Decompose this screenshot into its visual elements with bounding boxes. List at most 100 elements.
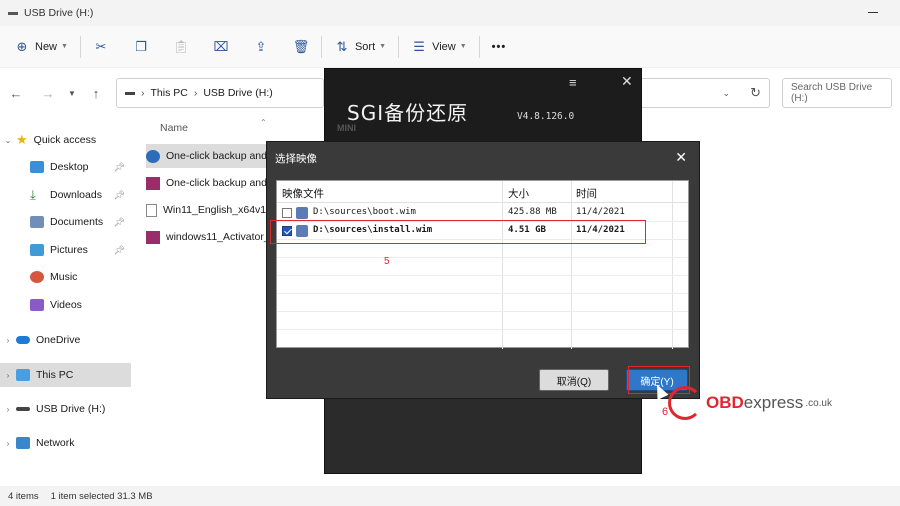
sidebar-onedrive[interactable]: › OneDrive [0,328,131,352]
sidebar-this-pc[interactable]: › This PC [0,363,131,387]
sgi-title: SGI备份还原 [347,101,469,125]
network-icon [16,437,30,449]
pin-icon: 📌︎ [113,161,125,172]
music-icon [30,271,44,283]
view-icon: ☰ [413,38,425,54]
sgi-version: V4.8.126.0 [517,111,575,122]
video-icon [30,299,44,311]
menu-icon[interactable]: ≡ [569,75,577,90]
sidebar-quick-access[interactable]: ⌄ ★ Quick access [0,128,131,152]
picture-icon [30,244,44,256]
computer-icon [16,369,30,381]
sidebar-usb-drive[interactable]: › USB Drive (H:) [0,397,131,421]
column-header-file[interactable]: 映像文件 [282,186,324,201]
chevron-right-icon[interactable]: › [0,405,16,414]
dialog-title: 选择映像 [275,153,317,165]
recent-chevron-icon[interactable]: ▼ [60,89,84,98]
window-title: USB Drive (H:) [24,7,94,19]
item-count: 4 items [8,490,39,502]
up-arrow-icon[interactable]: ↑ [84,86,108,101]
cancel-button[interactable]: 取消(Q) [539,369,609,391]
pin-icon: 📌︎ [113,216,125,227]
new-button[interactable]: ⊕ New ▼ [14,32,68,62]
highlight-box [270,220,646,244]
app-file-icon [146,149,160,163]
forward-arrow-icon[interactable]: → [36,86,60,101]
share-button[interactable]: ⇪ [253,32,269,62]
cloud-icon [16,336,30,344]
archive-icon [146,176,160,190]
chevron-right-icon[interactable]: › [0,439,16,448]
column-header-name[interactable]: Name [160,122,188,134]
chevron-right-icon[interactable]: › [0,371,16,380]
drive-icon [16,407,30,411]
sort-icon: ⇅ [336,38,348,54]
app-icon [8,11,18,15]
delete-button[interactable]: 🗑︎ [292,32,310,62]
scissors-icon: ✂ [95,38,107,54]
sidebar-network[interactable]: › Network [0,431,131,455]
chevron-right-icon[interactable]: › [0,336,16,345]
back-arrow-icon[interactable]: ← [4,86,28,101]
copy-button[interactable]: ❐ [133,32,149,62]
rename-icon: ⌧ [213,38,229,54]
chevron-down-icon: ▼ [379,43,387,50]
chevron-down-icon: ▼ [61,43,68,50]
column-header-time[interactable]: 时间 [576,186,597,201]
image-table: 映像文件 大小 时间 D:\sources\boot.wim 425.88 MB… [276,180,689,349]
minimize-button[interactable] [868,12,878,13]
sidebar-item-documents[interactable]: Documents 📌︎ [0,210,131,234]
command-bar: ⊕ New ▼ ✂ ❐ 📋︎ ⌧ ⇪ 🗑︎ ⇅ Sort ▼ ☰ View ▼ … [0,26,900,68]
star-icon: ★ [16,132,28,147]
disk-image-icon [296,207,308,219]
window-titlebar: USB Drive (H:) [0,0,900,26]
chevron-down-icon[interactable]: ⌄ [0,136,16,145]
sidebar-item-downloads[interactable]: ⤓ Downloads 📌︎ [0,183,131,207]
sgi-header: ≡ ✕ SGI备份还原 V4.8.126.0 MINI [325,69,641,141]
sidebar-item-pictures[interactable]: Pictures 📌︎ [0,238,131,262]
step-annotation: 5 [384,256,390,267]
close-icon[interactable]: ✕ [675,149,687,166]
sidebar-item-music[interactable]: Music [0,265,131,289]
table-header: 映像文件 大小 时间 [277,181,688,203]
watermark: OBD express .co.uk [668,386,832,420]
view-button[interactable]: ☰ View ▼ [411,32,467,62]
chevron-down-icon[interactable]: ⌄ [723,88,731,99]
plus-icon: ⊕ [16,38,28,54]
sort-up-icon: ⌃ [260,118,267,127]
pin-icon: 📌︎ [113,244,125,255]
breadcrumb-this-pc[interactable]: This PC [151,87,188,99]
selection-info: 1 item selected 31.3 MB [50,490,153,502]
address-bar-right[interactable]: ⌄ ↻ [640,78,770,108]
select-image-dialog: 选择映像 ✕ 映像文件 大小 时间 D:\sources\boot.wim 42… [266,141,700,399]
paste-icon: 📋︎ [172,38,190,54]
refresh-icon[interactable]: ↻ [750,85,761,101]
sgi-mini-logo: MINI [337,123,356,133]
search-input[interactable]: Search USB Drive (H:) [782,78,892,108]
address-bar[interactable]: › This PC › USB Drive (H:) [116,78,324,108]
rename-button[interactable]: ⌧ [213,32,229,62]
sidebar-item-desktop[interactable]: Desktop 📌︎ [0,155,131,179]
navigation-pane: ⌄ ★ Quick access Desktop 📌︎ ⤓ Downloads … [0,118,134,478]
drive-icon [125,91,135,95]
cut-button[interactable]: ✂ [93,32,109,62]
logo-ring-icon [668,386,702,420]
more-button[interactable]: ••• [492,32,507,62]
paste-button[interactable]: 📋︎ [172,32,190,62]
download-icon: ⤓ [30,187,36,202]
archive-icon [146,230,160,244]
chevron-down-icon: ▼ [459,43,467,50]
sidebar-item-videos[interactable]: Videos [0,293,131,317]
row-checkbox[interactable] [282,208,292,218]
copy-icon: ❐ [135,38,147,54]
sort-button[interactable]: ⇅ Sort ▼ [334,32,387,62]
status-bar: 4 items 1 item selected 31.3 MB [0,486,900,506]
breadcrumb-drive[interactable]: USB Drive (H:) [203,87,272,99]
column-header-size[interactable]: 大小 [508,186,529,201]
trash-icon: 🗑︎ [292,38,310,54]
close-icon[interactable]: ✕ [621,73,633,90]
file-icon [146,203,157,217]
document-icon [30,216,44,228]
desktop-icon [30,161,44,173]
share-icon: ⇪ [255,38,267,54]
